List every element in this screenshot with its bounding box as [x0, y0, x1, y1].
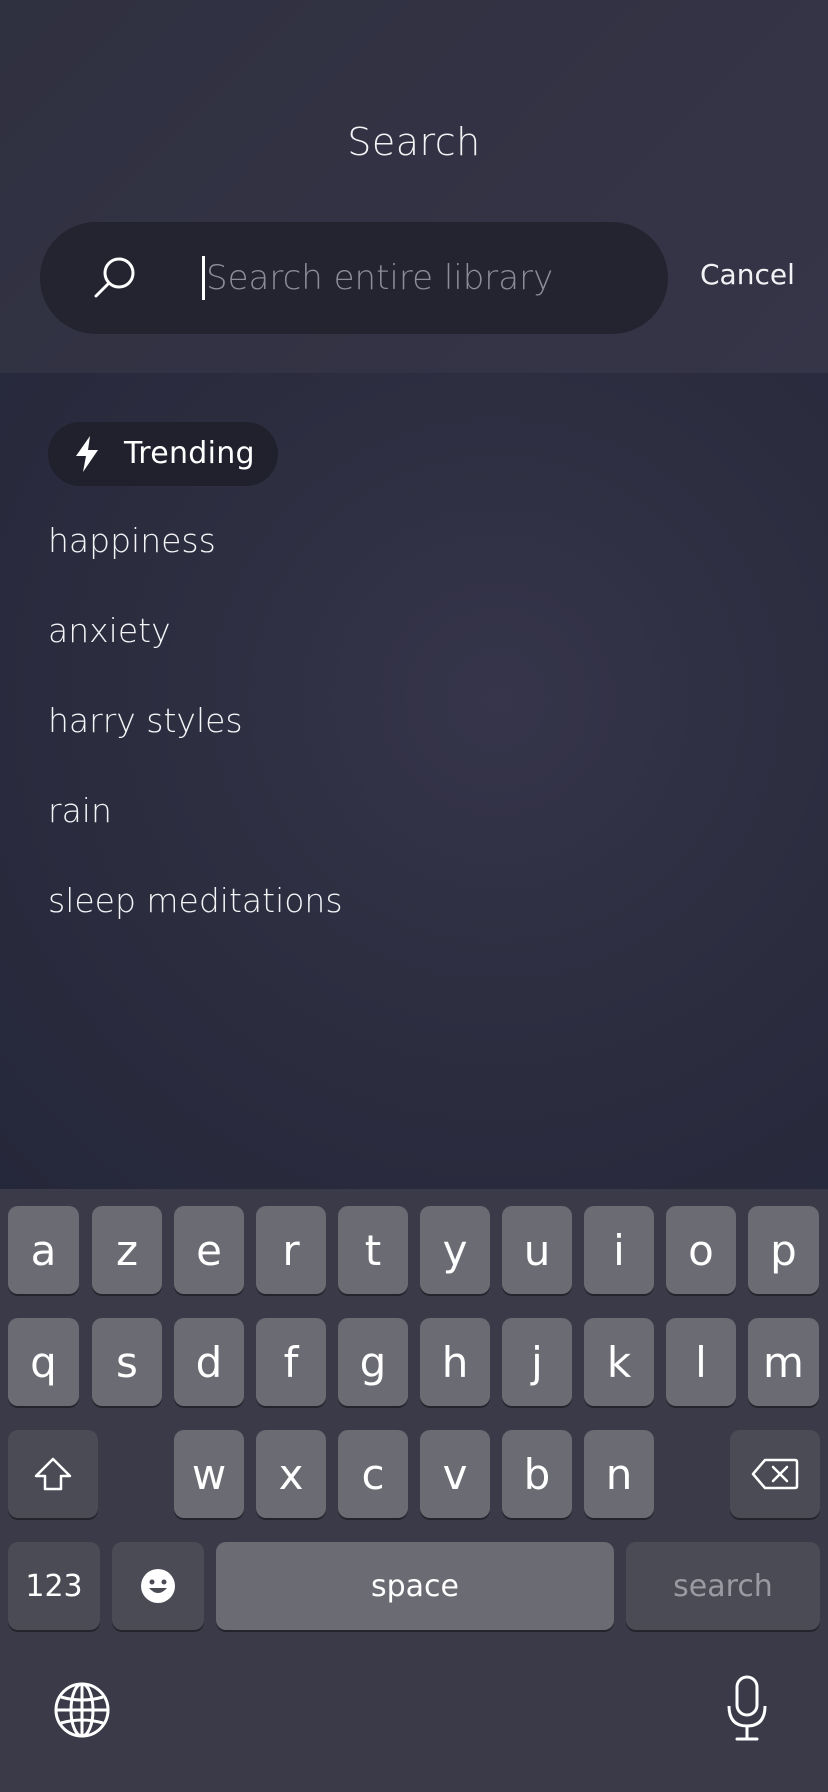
key[interactable]: g	[338, 1318, 408, 1406]
backspace-icon	[751, 1458, 799, 1490]
key[interactable]: b	[502, 1430, 572, 1518]
bolt-icon	[76, 436, 98, 472]
key[interactable]: a	[8, 1206, 79, 1294]
cancel-button[interactable]: Cancel	[700, 258, 795, 291]
keyboard: a z e r t y u i o p q s d f g h j k l m …	[0, 1189, 828, 1792]
text-caret	[202, 256, 205, 300]
key[interactable]: c	[338, 1430, 408, 1518]
emoji-key[interactable]	[112, 1542, 204, 1630]
key[interactable]: s	[92, 1318, 162, 1406]
key[interactable]: x	[256, 1430, 326, 1518]
trending-item[interactable]: anxiety	[48, 611, 171, 650]
trending-item[interactable]: sleep meditations	[48, 881, 343, 920]
microphone-icon[interactable]	[722, 1674, 772, 1744]
key[interactable]: w	[174, 1430, 244, 1518]
key[interactable]: r	[256, 1206, 326, 1294]
key[interactable]: t	[338, 1206, 408, 1294]
shift-key[interactable]	[8, 1430, 98, 1518]
key[interactable]: h	[420, 1318, 490, 1406]
space-key[interactable]: space	[216, 1542, 614, 1630]
key[interactable]: z	[92, 1206, 162, 1294]
search-icon	[94, 257, 135, 298]
key[interactable]: m	[748, 1318, 819, 1406]
trending-label: Trending	[124, 436, 255, 471]
key[interactable]: f	[256, 1318, 326, 1406]
key[interactable]: n	[584, 1430, 654, 1518]
trending-item[interactable]: harry styles	[48, 701, 243, 740]
key[interactable]: e	[174, 1206, 244, 1294]
search-header: Search Cancel	[0, 0, 828, 373]
trending-section: Trending happiness anxiety harry styles …	[0, 373, 828, 1189]
key[interactable]: y	[420, 1206, 490, 1294]
emoji-icon	[141, 1569, 175, 1603]
key[interactable]: u	[502, 1206, 572, 1294]
trending-item[interactable]: rain	[48, 791, 112, 830]
trending-chip: Trending	[48, 422, 278, 486]
key[interactable]: o	[666, 1206, 736, 1294]
key[interactable]: v	[420, 1430, 490, 1518]
key[interactable]: i	[584, 1206, 654, 1294]
page-title: Search	[347, 120, 481, 164]
key[interactable]: k	[584, 1318, 654, 1406]
backspace-key[interactable]	[730, 1430, 820, 1518]
key[interactable]: l	[666, 1318, 736, 1406]
search-field[interactable]	[40, 222, 668, 334]
numbers-key[interactable]: 123	[8, 1542, 100, 1630]
shift-icon	[34, 1457, 72, 1491]
key[interactable]: j	[502, 1318, 572, 1406]
search-key[interactable]: search	[626, 1542, 820, 1630]
key[interactable]: q	[8, 1318, 79, 1406]
key[interactable]: d	[174, 1318, 244, 1406]
search-input[interactable]	[206, 248, 636, 308]
trending-item[interactable]: happiness	[48, 521, 216, 560]
key[interactable]: p	[748, 1206, 819, 1294]
globe-icon[interactable]	[52, 1680, 112, 1740]
